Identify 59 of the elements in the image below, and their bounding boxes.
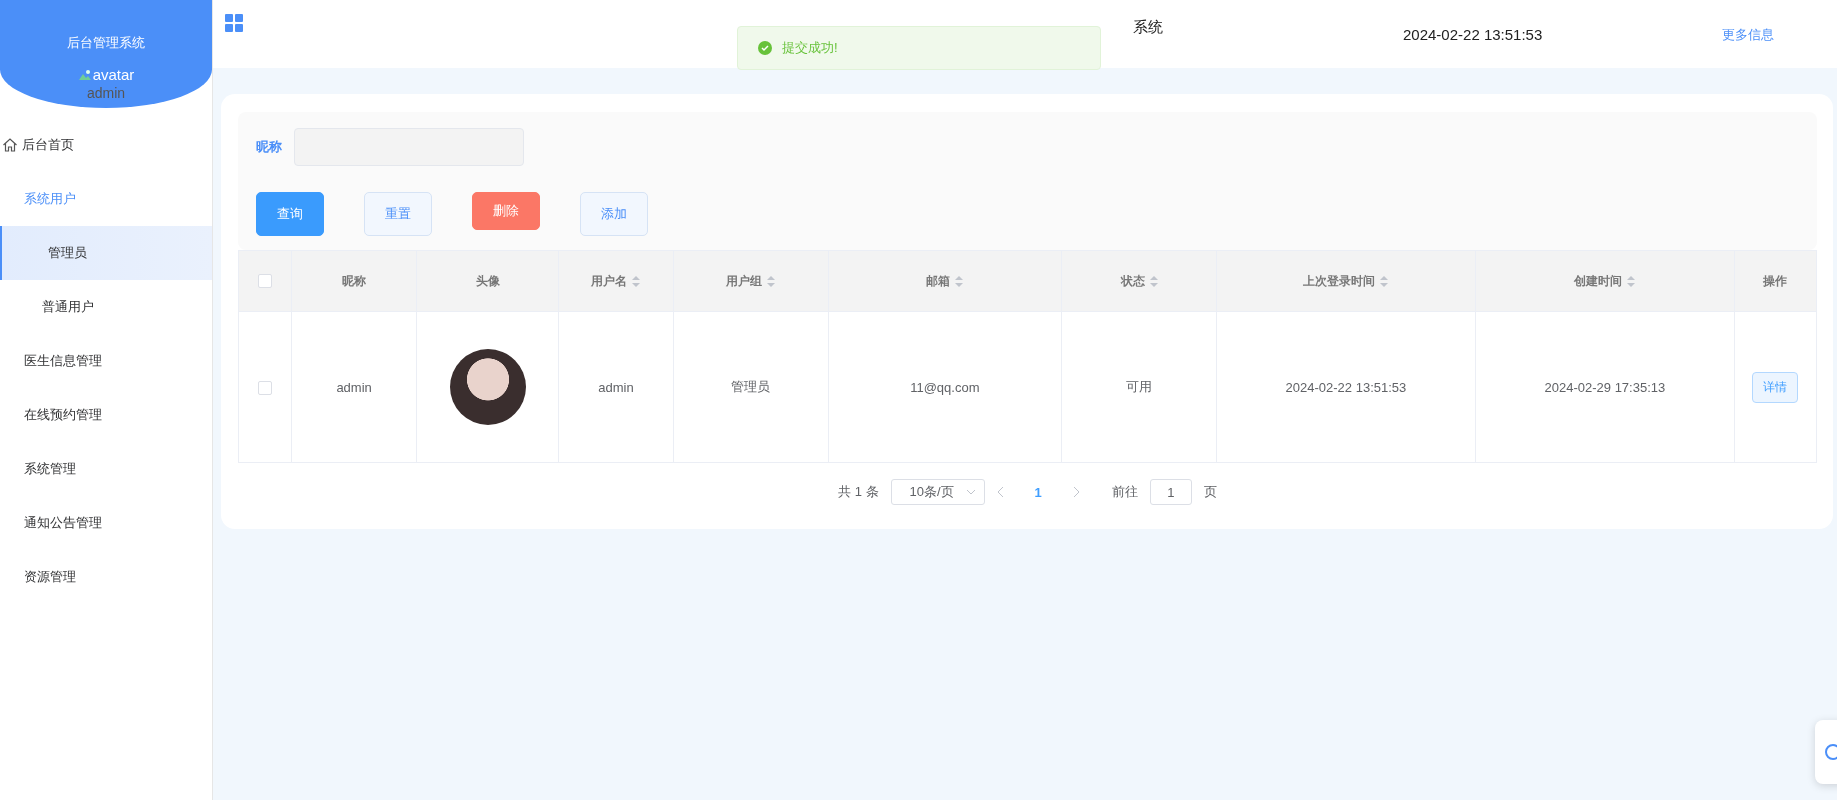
- menu-item[interactable]: 后台首页: [0, 118, 212, 172]
- menu-item[interactable]: 资源管理: [0, 550, 212, 604]
- page-input[interactable]: 1: [1149, 479, 1192, 505]
- table-cell: 管理员: [673, 311, 829, 463]
- sort-icon: [1627, 275, 1636, 287]
- table-cell: 11@qq.com: [828, 311, 1062, 463]
- page-suffix: 页: [1203, 483, 1217, 501]
- table-cell: 可用: [1061, 311, 1217, 463]
- sort-icon: [1380, 275, 1389, 287]
- select-all-checkbox[interactable]: [258, 274, 273, 289]
- detail-button[interactable]: 详情: [1752, 371, 1799, 403]
- column-header[interactable]: 上次登录时间: [1216, 250, 1476, 312]
- action-button[interactable]: 重置: [364, 192, 432, 236]
- app-title: 后台管理系统: [67, 34, 145, 52]
- table-cell: admin: [558, 311, 674, 463]
- page-title: 系统: [1133, 18, 1163, 37]
- avatar-image: avatar: [77, 66, 135, 83]
- page-size-select[interactable]: 10条/页: [890, 479, 985, 505]
- next-page-icon[interactable]: [1071, 486, 1080, 498]
- column-header: 操作: [1734, 250, 1817, 312]
- menu-group[interactable]: 系统用户: [0, 172, 212, 226]
- menu-item[interactable]: 通知公告管理: [0, 496, 212, 550]
- column-header[interactable]: 创建时间: [1475, 250, 1735, 312]
- sort-icon: [1149, 275, 1158, 287]
- menu-item[interactable]: 医生信息管理: [0, 334, 212, 388]
- page-number[interactable]: 1: [1016, 484, 1060, 500]
- column-header[interactable]: 用户名: [558, 250, 674, 312]
- menu-icon[interactable]: [225, 14, 243, 32]
- menu-item[interactable]: 在线预约管理: [0, 388, 212, 442]
- column-header[interactable]: 用户组: [673, 250, 829, 312]
- delete-button[interactable]: 删除: [472, 192, 540, 230]
- prev-page-icon[interactable]: [996, 486, 1005, 498]
- column-header[interactable]: 邮箱: [828, 250, 1062, 312]
- more-info-link[interactable]: 更多信息: [1722, 26, 1775, 44]
- field-label: 昵称: [256, 138, 282, 156]
- menu-item[interactable]: 普通用户: [0, 280, 212, 334]
- menu-item[interactable]: 管理员: [0, 226, 212, 280]
- sort-icon: [632, 275, 641, 287]
- total-count: 共 1 条: [838, 483, 879, 501]
- action-button[interactable]: 添加: [580, 192, 648, 236]
- chevron-down-icon: [965, 489, 976, 495]
- datetime: 2024-02-22 13:51:53: [1403, 26, 1543, 43]
- table-cell: admin: [291, 311, 417, 463]
- column-header[interactable]: 状态: [1061, 250, 1217, 312]
- goto-label: 前往: [1111, 483, 1138, 501]
- column-header: 头像: [416, 250, 559, 312]
- search-button[interactable]: 查询: [256, 192, 324, 236]
- username: admin: [86, 85, 126, 101]
- toast-message: 提交成功!: [782, 39, 838, 57]
- row-checkbox[interactable]: [258, 380, 273, 395]
- sort-icon: [767, 275, 776, 287]
- column-header: 昵称: [291, 250, 417, 312]
- menu-item[interactable]: 系统管理: [0, 442, 212, 496]
- check-icon: [758, 41, 772, 55]
- sort-icon: [955, 275, 964, 287]
- table-cell: 2024-02-22 13:51:53: [1216, 311, 1476, 463]
- support-icon: [1825, 744, 1837, 760]
- table-cell: 2024-02-29 17:35:13: [1475, 311, 1735, 463]
- home-icon: [2, 137, 18, 153]
